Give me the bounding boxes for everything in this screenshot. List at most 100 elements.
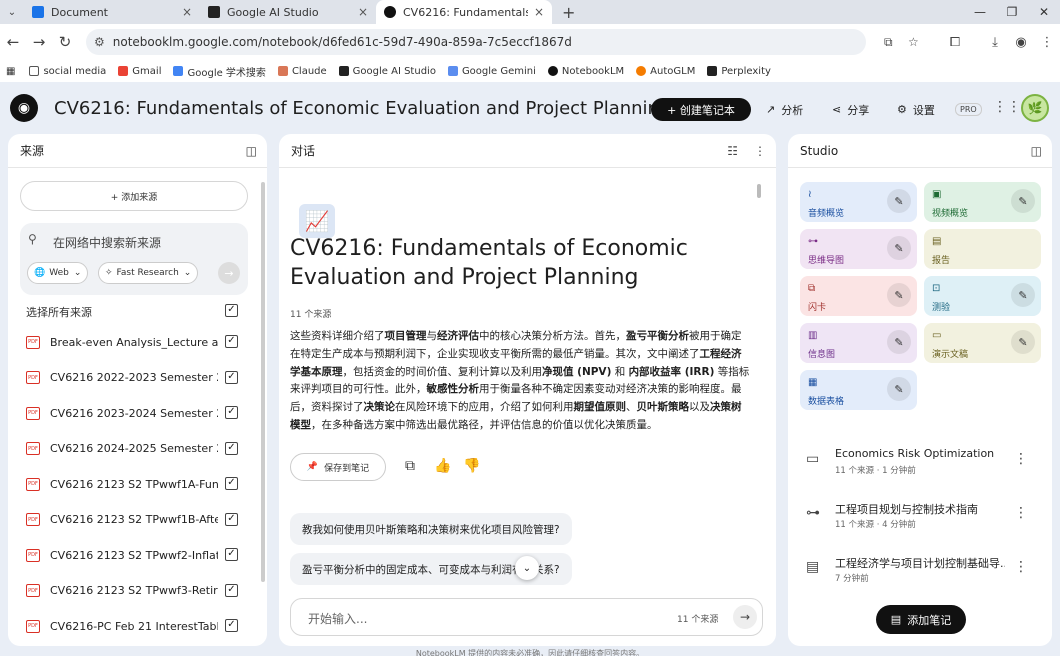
edit-pencil-icon[interactable]: ✎ [1011, 189, 1035, 213]
source-item[interactable]: PDF CV6216 2123 S2 TPwwf1B-After-ta... [26, 510, 244, 530]
minimize-icon[interactable]: — [964, 0, 996, 24]
more-vert-icon[interactable]: ⋮ [1014, 559, 1028, 575]
chat-input[interactable]: 开始输入... 11 个来源 → [290, 598, 763, 636]
browser-tab-document[interactable]: Document × [24, 0, 200, 24]
browser-tab-notebook[interactable]: CV6216: Fundamentals of Ec × [376, 0, 552, 24]
bookmark-item[interactable]: Claude [277, 66, 327, 77]
studio-tile[interactable]: ▤ 报告 [924, 229, 1041, 269]
bookmark-item[interactable]: AutoGLM [636, 66, 695, 77]
studio-tile[interactable]: ⧉ 闪卡 ✎ [800, 276, 917, 316]
source-item[interactable]: PDF CV6216-PC Feb 21 InterestTables.... [26, 616, 244, 636]
settings-button[interactable]: ⚙ 设置 [897, 98, 935, 121]
tab-search-button[interactable]: ⌄ [0, 0, 24, 24]
notebook-title[interactable]: CV6216: Fundamentals of Economic Evaluat… [54, 98, 670, 119]
chat-options-icon[interactable]: ☷ [727, 144, 738, 158]
source-checkbox[interactable]: ✓ [225, 335, 238, 348]
studio-tile[interactable]: ≀ 音频概览 ✎ [800, 182, 917, 222]
studio-tile[interactable]: ⊡ 测验 ✎ [924, 276, 1041, 316]
site-info-icon[interactable]: ⚙ [94, 35, 105, 49]
source-item[interactable]: PDF CV6216 2023-2024 Semester 2.pdf [26, 403, 244, 423]
close-window-icon[interactable]: ✕ [1028, 0, 1060, 24]
url-field[interactable]: ⚙ notebooklm.google.com/notebook/d6fed61… [86, 29, 919, 55]
source-item[interactable]: PDF CV6216 2024-2025 Semester 2.pdf [26, 439, 244, 459]
reload-icon[interactable]: ↻ [52, 33, 78, 51]
bookmark-item[interactable]: NotebookLM [547, 66, 624, 77]
back-icon[interactable]: ← [0, 33, 26, 51]
profile-icon[interactable]: ◉ [1008, 35, 1034, 50]
collapse-panel-icon[interactable]: ◫ [1031, 144, 1042, 158]
source-item[interactable]: PDF Break-even Analysis_Lecture and ... [26, 332, 244, 352]
edit-pencil-icon[interactable]: ✎ [887, 189, 911, 213]
create-notebook-button[interactable]: + 创建笔记本 [651, 98, 751, 121]
extensions-icon[interactable]: ⧠ [942, 35, 968, 50]
source-checkbox[interactable]: ✓ [225, 548, 238, 561]
browser-tab-ai-studio[interactable]: Google AI Studio × [200, 0, 376, 24]
more-vert-icon[interactable]: ⋮ [1014, 451, 1028, 467]
source-checkbox[interactable]: ✓ [225, 477, 238, 490]
research-mode-dropdown[interactable]: ✧ Fast Research ⌄ [98, 262, 199, 284]
studio-tile[interactable]: ▦ 数据表格 ✎ [800, 370, 917, 410]
add-note-button[interactable]: ▤ 添加笔记 [876, 605, 966, 634]
bookmark-item[interactable]: Perplexity [707, 66, 771, 77]
bookmark-item[interactable]: Google 学术搜索 [173, 64, 266, 79]
tab-close-icon[interactable]: × [182, 5, 192, 19]
notebooklm-logo-icon[interactable]: ◉ [10, 94, 38, 122]
note-item[interactable]: ▭ Economics Risk Optimization 11 个来源 · 1 分… [806, 443, 1028, 479]
browser-menu-icon[interactable]: ⋮ [1034, 35, 1060, 50]
thumbs-down-icon[interactable]: 👎 [463, 458, 480, 474]
studio-tile[interactable]: ▥ 信息图 ✎ [800, 323, 917, 363]
web-source-dropdown[interactable]: 🌐 Web ⌄ [27, 262, 89, 284]
source-checkbox[interactable]: ✓ [225, 441, 238, 455]
source-checkbox[interactable]: ✓ [225, 370, 238, 384]
edit-pencil-icon[interactable]: ✎ [1011, 283, 1035, 307]
download-icon[interactable]: ⤓ [982, 35, 1008, 50]
source-item[interactable]: PDF CV6216 2123 S2 TPwwf1A-Fundam... [26, 474, 244, 494]
avatar[interactable]: 🌿 [1021, 94, 1049, 122]
edit-pencil-icon[interactable]: ✎ [887, 330, 911, 354]
tab-close-icon[interactable]: × [358, 5, 368, 19]
bookmark-item[interactable]: social media [29, 66, 106, 77]
edit-pencil-icon[interactable]: ✎ [887, 377, 911, 401]
note-item[interactable]: ▤ 工程经济学与项目计划控制基础导... 7 分钟前 ⋮ [806, 551, 1028, 587]
source-search-input[interactable]: 在网络中搜索新来源 [53, 234, 161, 251]
bookmark-star-icon[interactable]: ☆ [908, 35, 919, 49]
source-checkbox[interactable]: ✓ [225, 583, 238, 597]
source-checkbox[interactable]: ✓ [225, 619, 238, 632]
analyze-button[interactable]: ↗ 分析 [766, 98, 803, 121]
save-to-note-button[interactable]: 📌 保存到笔记 [290, 453, 386, 481]
copy-icon[interactable]: ⧉ [405, 458, 415, 474]
studio-tile[interactable]: ▭ 演示文稿 ✎ [924, 323, 1041, 363]
source-item[interactable]: PDF CV6216 2123 S2 TPwwf3-Retireme... [26, 581, 244, 601]
edit-pencil-icon[interactable]: ✎ [887, 236, 911, 260]
source-item[interactable]: PDF CV6216 2123 S2 TPwwf2-Inflation.... [26, 545, 244, 565]
new-tab-button[interactable]: + [552, 0, 585, 24]
studio-tile[interactable]: ▣ 视频概览 ✎ [924, 182, 1041, 222]
restore-icon[interactable]: ❐ [996, 0, 1028, 24]
tab-close-icon[interactable]: × [534, 5, 544, 19]
thumbs-up-icon[interactable]: 👍 [434, 458, 451, 474]
apps-grid-icon[interactable]: ▦ [6, 66, 15, 77]
bookmark-item[interactable]: Google AI Studio [338, 66, 436, 77]
forward-icon[interactable]: → [26, 33, 52, 51]
source-checkbox[interactable]: ✓ [225, 406, 238, 419]
select-all-checkbox[interactable]: ✓ [225, 304, 238, 317]
source-checkbox[interactable]: ✓ [225, 512, 238, 526]
chat-menu-icon[interactable]: ⋮ [754, 144, 766, 158]
edit-pencil-icon[interactable]: ✎ [1011, 330, 1035, 354]
suggested-question[interactable]: 教我如何使用贝叶斯策略和决策树来优化项目风险管理? [290, 513, 572, 545]
studio-tile[interactable]: ⊶ 思维导图 ✎ [800, 229, 917, 269]
install-app-icon[interactable]: ⧉ [884, 35, 893, 50]
add-source-button[interactable]: + 添加来源 [20, 181, 248, 211]
scroll-down-icon[interactable]: ⌄ [515, 556, 539, 580]
more-vert-icon[interactable]: ⋮ [1014, 505, 1028, 521]
send-icon[interactable]: → [733, 605, 757, 629]
source-item[interactable]: PDF CV6216 2022-2023 Semester 2.pdf [26, 368, 244, 388]
sources-scrollbar[interactable] [261, 182, 265, 582]
submit-search-button[interactable]: → [218, 262, 240, 284]
share-button[interactable]: ⋖ 分享 [832, 98, 869, 121]
note-item[interactable]: ⊶ 工程项目规划与控制技术指南 11 个来源 · 4 分钟前 ⋮ [806, 497, 1028, 533]
chat-scrollbar[interactable] [757, 184, 761, 198]
collapse-panel-icon[interactable]: ◫ [246, 144, 257, 158]
bookmark-item[interactable]: Google Gemini [447, 66, 536, 77]
edit-pencil-icon[interactable]: ✎ [887, 283, 911, 307]
